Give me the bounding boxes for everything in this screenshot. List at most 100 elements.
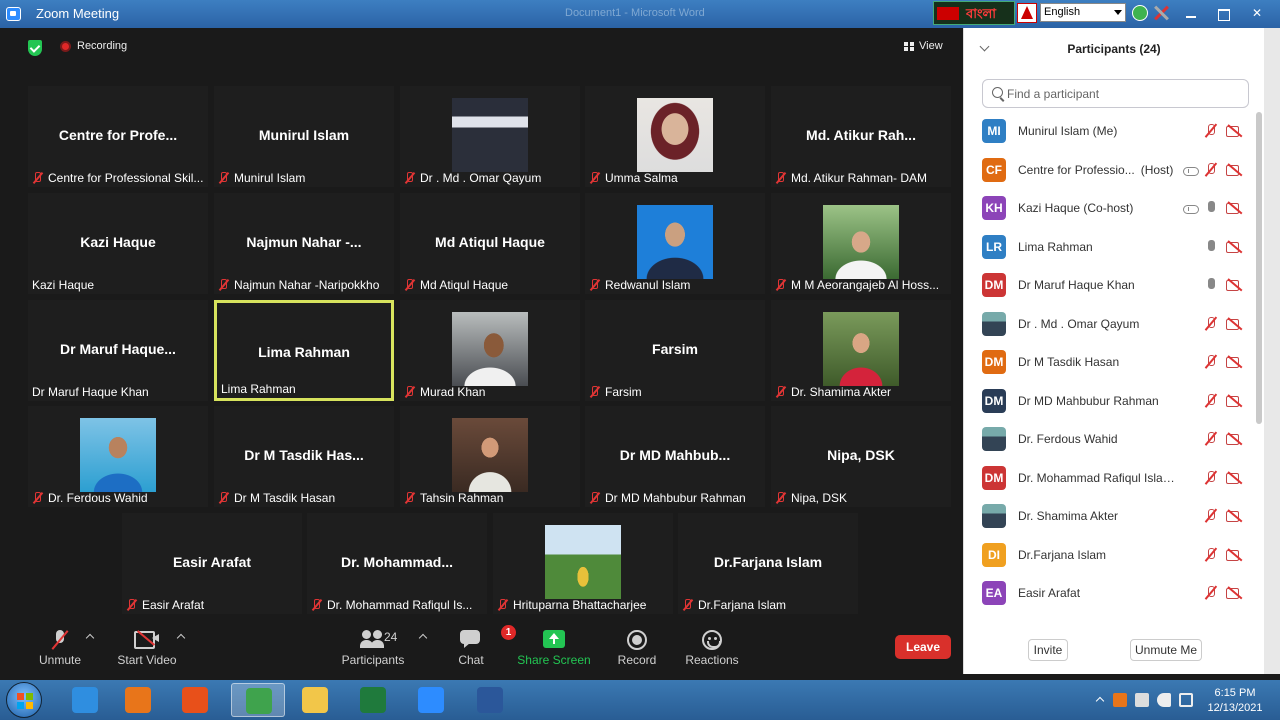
chrome-taskbar-button[interactable] [231, 683, 285, 717]
video-tile[interactable]: Dr . Md . Omar Qayum [400, 86, 580, 187]
invite-button[interactable]: Invite [1028, 639, 1068, 661]
muted-mic-icon[interactable] [1205, 509, 1217, 523]
mic-icon[interactable] [1205, 278, 1217, 292]
video-tile[interactable]: Najmun Nahar -... Najmun Nahar -Naripokkh… [214, 193, 394, 294]
participant-row[interactable]: Dr. Shamima Akter [964, 497, 1254, 535]
muted-mic-icon[interactable] [1205, 586, 1217, 600]
muted-mic-icon[interactable] [1205, 432, 1217, 446]
minimize-button[interactable] [1176, 6, 1206, 22]
muted-mic-icon[interactable] [1205, 393, 1217, 408]
video-off-icon[interactable] [1226, 395, 1244, 407]
green-status-icon[interactable] [1132, 5, 1148, 21]
view-button[interactable]: View [904, 40, 943, 52]
volume-icon[interactable] [1157, 693, 1171, 707]
video-tile[interactable]: Centre for Profe... Centre for Profession… [28, 86, 208, 187]
file-explorer-taskbar-button[interactable] [288, 683, 342, 717]
video-off-icon[interactable] [1226, 356, 1244, 368]
excel-taskbar-button[interactable] [346, 683, 400, 717]
zoom-taskbar-button[interactable] [404, 683, 458, 717]
video-tile[interactable]: Redwanul Islam [585, 193, 765, 294]
video-off-icon[interactable] [1226, 125, 1244, 137]
action-center-flag-icon[interactable] [1135, 693, 1149, 707]
video-tile[interactable]: Dr. Mohammad... Dr. Mohammad Rafiqul Is..… [307, 513, 487, 614]
maximize-button[interactable] [1208, 6, 1238, 22]
reactions-button[interactable]: Reactions [682, 618, 742, 674]
muted-mic-icon[interactable] [1205, 316, 1217, 331]
participant-row[interactable]: DM Dr. Mohammad Rafiqul Islam ... [964, 459, 1254, 497]
video-off-icon[interactable] [1226, 202, 1244, 214]
video-off-icon[interactable] [1226, 164, 1244, 176]
video-tile[interactable]: Hrituparna Bhattacharjee [493, 513, 673, 614]
video-tile[interactable]: Tahsin Rahman [400, 406, 580, 507]
participant-row[interactable]: DI Dr.Farjana Islam [964, 536, 1254, 574]
participant-row[interactable]: DM Dr Maruf Haque Khan [964, 266, 1254, 304]
participant-search-box[interactable] [982, 79, 1249, 108]
video-tile[interactable]: Dr. Ferdous Wahid [28, 406, 208, 507]
video-off-icon[interactable] [1226, 433, 1244, 445]
internet-explorer-taskbar-button[interactable] [58, 683, 112, 717]
participant-row[interactable]: DM Dr M Tasdik Hasan [964, 343, 1254, 381]
video-off-icon[interactable] [1226, 318, 1244, 330]
muted-mic-icon[interactable] [1205, 355, 1217, 369]
chat-button[interactable]: 1 Chat [441, 618, 516, 674]
share-screen-button[interactable]: Share Screen [516, 618, 592, 674]
muted-mic-icon[interactable] [1205, 547, 1217, 562]
network-icon[interactable] [1179, 693, 1193, 707]
participant-row[interactable]: Dr. Ferdous Wahid [964, 420, 1254, 458]
muted-mic-icon[interactable] [1205, 124, 1217, 138]
video-tile[interactable]: Nipa, DSK Nipa, DSK [771, 406, 951, 507]
word-taskbar-button[interactable] [463, 683, 517, 717]
record-button[interactable]: Record [607, 618, 667, 674]
video-tile[interactable]: Dr MD Mahbub... Dr MD Mahbubur Rahman [585, 406, 765, 507]
video-tile[interactable]: Lima Rahman Lima Rahman [214, 300, 394, 401]
leave-button[interactable]: Leave [895, 635, 951, 659]
system-clock[interactable]: 6:15 PM 12/13/2021 [1200, 686, 1270, 716]
unmute-button[interactable]: Unmute [30, 618, 90, 674]
participant-row[interactable]: DM Dr MD Mahbubur Rahman [964, 382, 1254, 420]
video-tile[interactable]: Murad Khan [400, 300, 580, 401]
video-off-icon[interactable] [1226, 549, 1244, 561]
participant-row[interactable]: CF Centre for Professio... (Host) [964, 151, 1254, 189]
audio-options-caret[interactable] [86, 634, 94, 640]
participant-row[interactable]: LR Lima Rahman [964, 228, 1254, 266]
participant-search-input[interactable] [1007, 84, 1237, 103]
keyboard-tool-icon[interactable] [1017, 3, 1037, 23]
language-select[interactable]: English [1040, 3, 1126, 22]
video-tile[interactable]: Dr M Tasdik Has... Dr M Tasdik Hasan [214, 406, 394, 507]
tool-icon[interactable] [1152, 4, 1170, 22]
participant-row[interactable]: KH Kazi Haque (Co-host) [964, 189, 1254, 227]
show-hidden-icons-chevron[interactable] [1095, 695, 1105, 703]
security-shield-icon[interactable] [28, 40, 42, 56]
video-tile[interactable]: M M Aeorangajeb Al Hoss... [771, 193, 951, 294]
muted-mic-icon[interactable] [1205, 470, 1217, 485]
mic-icon[interactable] [1205, 239, 1217, 254]
tray-app-icon[interactable] [1113, 693, 1127, 707]
video-tile[interactable]: Umma Salma [585, 86, 765, 187]
unmute-me-button[interactable]: Unmute Me [1130, 639, 1202, 661]
video-tile[interactable]: Farsim Farsim [585, 300, 765, 401]
participant-list-scrollbar[interactable] [1255, 112, 1263, 622]
bangla-keyboard-widget[interactable]: বাংলা [933, 1, 1015, 25]
video-off-icon[interactable] [1226, 510, 1244, 522]
video-options-caret[interactable] [177, 634, 185, 640]
video-tile[interactable]: Dr.Farjana Islam Dr.Farjana Islam [678, 513, 858, 614]
video-off-icon[interactable] [1226, 472, 1244, 484]
recording-indicator[interactable]: Recording [60, 40, 127, 56]
participant-row[interactable]: MI Munirul Islam (Me) [964, 112, 1254, 150]
participant-row[interactable]: Dr . Md . Omar Qayum [964, 305, 1254, 343]
start-button[interactable] [6, 682, 42, 718]
scrollbar-thumb[interactable] [1256, 112, 1262, 424]
media-player-taskbar-button[interactable] [111, 683, 165, 717]
video-tile[interactable]: Easir Arafat Easir Arafat [122, 513, 302, 614]
start-video-button[interactable]: Start Video [112, 618, 182, 674]
video-tile[interactable]: Md Atiqul Haque Md Atiqul Haque [400, 193, 580, 294]
video-tile[interactable]: Dr. Shamima Akter [771, 300, 951, 401]
video-tile[interactable]: Dr Maruf Haque... Dr Maruf Haque Khan [28, 300, 208, 401]
participants-options-caret[interactable] [419, 634, 427, 640]
close-button[interactable]: ✕ [1240, 6, 1274, 22]
mic-icon[interactable] [1205, 201, 1217, 215]
video-off-icon[interactable] [1226, 279, 1244, 291]
muted-mic-icon[interactable] [1205, 162, 1217, 177]
firefox-taskbar-button[interactable] [168, 683, 222, 717]
video-off-icon[interactable] [1226, 587, 1244, 599]
